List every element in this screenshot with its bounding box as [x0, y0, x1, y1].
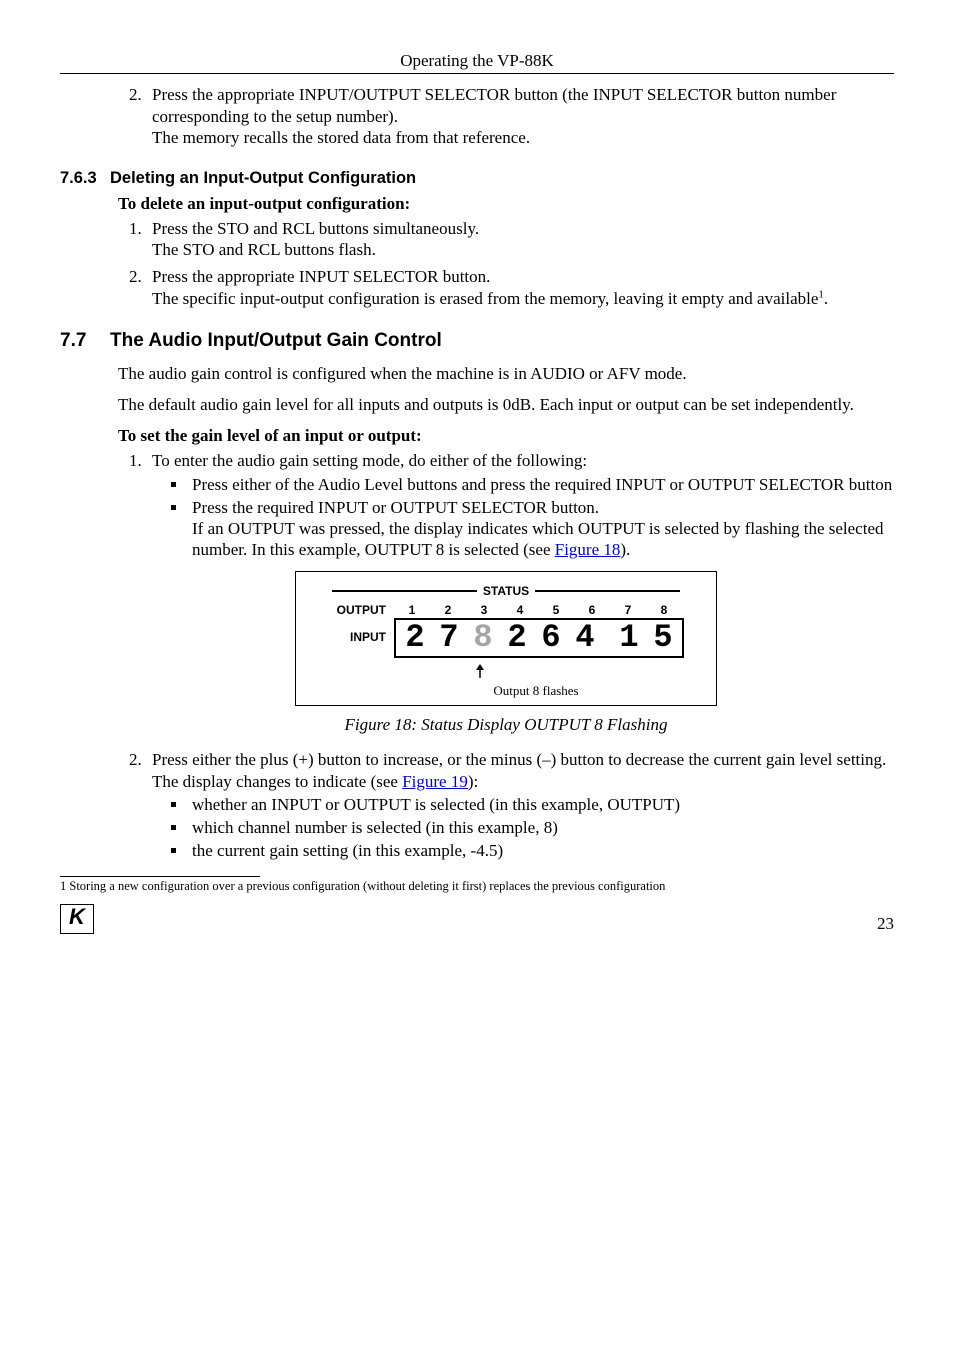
s1: To enter the audio gain setting mode, do…: [152, 451, 587, 470]
continued-steps: Press the appropriate INPUT/OUTPUT SELEC…: [118, 84, 894, 148]
digit-8: 5: [646, 622, 680, 654]
col-2: 2: [430, 603, 466, 618]
digit-6: 4: [568, 622, 602, 654]
gain-step-1-bullets: Press either of the Audio Level buttons …: [152, 474, 894, 561]
s2a: Press either the plus (+) button to incr…: [152, 750, 886, 769]
figure-18-caption: Figure 18: Status Display OUTPUT 8 Flash…: [118, 714, 894, 735]
page-number: 23: [877, 913, 894, 934]
bullet-gain: the current gain setting (in this exampl…: [188, 840, 894, 861]
instruction-lead: To delete an input-output configuration:: [118, 193, 894, 214]
s2a: Press the appropriate INPUT SELECTOR but…: [152, 267, 490, 286]
col-6: 6: [574, 603, 610, 618]
col-3: 3: [466, 603, 502, 618]
col-8: 8: [646, 603, 682, 618]
footnote-rule: [60, 876, 260, 877]
gain-step-2-bullets: whether an INPUT or OUTPUT is selected (…: [152, 794, 894, 862]
col-5: 5: [538, 603, 574, 618]
output-label: OUTPUT: [326, 603, 394, 618]
heading-77: 7.7The Audio Input/Output Gain Control: [60, 329, 894, 353]
status-display-box: STATUS OUTPUT 1 2 3 4 5 6 7 8 INPUT 2 7 …: [295, 571, 717, 707]
delete-step-1: Press the STO and RCL buttons simultaneo…: [146, 218, 894, 261]
digit-3-flashing: 8: [466, 622, 500, 654]
step-text-2: The memory recalls the stored data from …: [152, 128, 530, 147]
header-rule: [60, 73, 894, 74]
digit-2: 7: [432, 622, 466, 654]
seven-segment-display: 2 7 8 2 6 4 1 5: [394, 618, 684, 658]
gain-step-2: Press either the plus (+) button to incr…: [146, 749, 894, 861]
footnote-1: 1 Storing a new configuration over a pre…: [60, 879, 894, 895]
running-header: Operating the VP-88K: [60, 50, 894, 73]
s2b: The specific input-output configuration …: [152, 289, 828, 308]
section-number: 7.6.3: [60, 168, 110, 189]
kramer-logo-icon: K: [60, 904, 94, 934]
step-text: Press the appropriate INPUT/OUTPUT SELEC…: [152, 85, 836, 125]
s1b: The STO and RCL buttons flash.: [152, 240, 376, 259]
bullet-audio-level: Press either of the Audio Level buttons …: [188, 474, 894, 495]
input-label: INPUT: [326, 630, 394, 645]
arrow-icon: [386, 664, 686, 678]
digit-7: 1: [612, 622, 646, 654]
col-1: 1: [394, 603, 430, 618]
bullet-io-selected: whether an INPUT or OUTPUT is selected (…: [188, 794, 894, 815]
bullet-selector: Press the required INPUT or OUTPUT SELEC…: [188, 497, 894, 561]
b2b: If an OUTPUT was pressed, the display in…: [192, 519, 884, 559]
instruction-lead-gain: To set the gain level of an input or out…: [118, 425, 894, 446]
s1a: Press the STO and RCL buttons simultaneo…: [152, 219, 479, 238]
digit-1: 2: [398, 622, 432, 654]
s2b: The display changes to indicate (see Fig…: [152, 772, 478, 791]
arrow-label: Output 8 flashes: [386, 683, 686, 699]
figure-18: STATUS OUTPUT 1 2 3 4 5 6 7 8 INPUT 2 7 …: [118, 571, 894, 707]
digit-5: 6: [534, 622, 568, 654]
step-2-recall: Press the appropriate INPUT/OUTPUT SELEC…: [146, 84, 894, 148]
b2a: Press the required INPUT or OUTPUT SELEC…: [192, 498, 599, 517]
gain-steps: To enter the audio gain setting mode, do…: [118, 450, 894, 560]
gain-steps-continued: Press either the plus (+) button to incr…: [118, 749, 894, 861]
section-number: 7.7: [60, 329, 110, 353]
delete-step-2: Press the appropriate INPUT SELECTOR but…: [146, 266, 894, 309]
figure-19-link[interactable]: Figure 19: [402, 772, 468, 791]
digit-4: 2: [500, 622, 534, 654]
para-audio-mode: The audio gain control is configured whe…: [118, 363, 894, 384]
delete-steps: Press the STO and RCL buttons simultaneo…: [118, 218, 894, 309]
status-label: STATUS: [483, 584, 529, 599]
col-4: 4: [502, 603, 538, 618]
section-title: The Audio Input/Output Gain Control: [110, 330, 442, 351]
section-title: Deleting an Input-Output Configuration: [110, 169, 416, 187]
figure-18-link[interactable]: Figure 18: [555, 540, 621, 559]
heading-763: 7.6.3Deleting an Input-Output Configurat…: [60, 168, 894, 189]
gain-step-1: To enter the audio gain setting mode, do…: [146, 450, 894, 560]
bullet-channel: which channel number is selected (in thi…: [188, 817, 894, 838]
para-default-gain: The default audio gain level for all inp…: [118, 394, 894, 415]
col-7: 7: [610, 603, 646, 618]
